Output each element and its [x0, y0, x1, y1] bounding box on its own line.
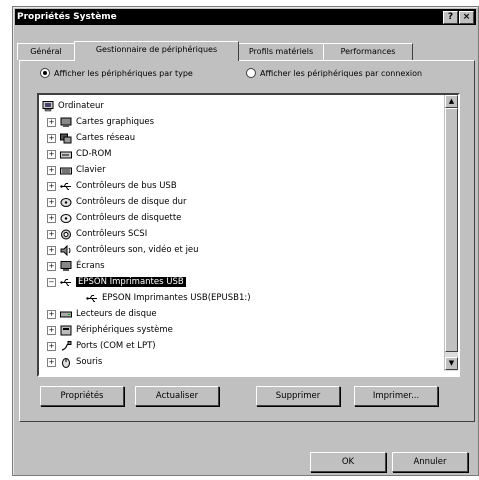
- expand-icon[interactable]: +: [47, 133, 56, 143]
- mouse-icon: [60, 357, 72, 368]
- computer-icon: [42, 100, 54, 112]
- collapse-icon[interactable]: −: [47, 277, 56, 287]
- system-device-icon: [60, 325, 72, 336]
- device-tree[interactable]: Ordinateur + Cartes graphiques + Cartes …: [37, 93, 460, 377]
- properties-button[interactable]: Propriétés: [40, 386, 124, 406]
- tree-item-label: Souris: [76, 357, 103, 367]
- expand-icon[interactable]: +: [47, 197, 56, 207]
- expand-icon[interactable]: +: [47, 245, 56, 255]
- tab-hardware-profiles[interactable]: Profils matériels: [238, 43, 324, 60]
- view-by-type-radio[interactable]: Afficher les périphériques par type: [40, 68, 193, 78]
- tree-item[interactable]: + Contrôleurs son, vidéo et jeu: [47, 242, 199, 258]
- expand-icon[interactable]: +: [47, 149, 56, 159]
- expand-icon[interactable]: +: [47, 165, 56, 175]
- tree-item-label: Lecteurs de disque: [76, 309, 157, 319]
- tree-item-label: Ports (COM et LPT): [76, 341, 156, 351]
- tree-item[interactable]: + Ports (COM et LPT): [47, 338, 156, 354]
- sound-icon: [60, 244, 72, 256]
- view-by-connection-radio[interactable]: Afficher les périphériques par connexion: [246, 68, 422, 78]
- scroll-up-button[interactable]: ▲: [445, 95, 458, 108]
- help-button[interactable]: ?: [443, 11, 458, 24]
- expand-icon[interactable]: +: [47, 309, 56, 319]
- expand-icon[interactable]: +: [47, 357, 56, 367]
- radio-unselected-icon: [246, 68, 256, 78]
- tab-performance[interactable]: Performances: [323, 43, 413, 60]
- tree-item-label: Périphériques système: [76, 325, 173, 335]
- tree-item[interactable]: + Contrôleurs de bus USB: [47, 178, 177, 194]
- tree-item-label-selected: EPSON Imprimantes USB: [76, 277, 186, 287]
- expand-icon[interactable]: +: [47, 261, 56, 271]
- tree-item-label: Cartes graphiques: [76, 117, 155, 127]
- tree-item[interactable]: + Contrôleurs SCSI: [47, 226, 147, 242]
- print-button[interactable]: Imprimer...: [354, 386, 438, 406]
- port-icon: [60, 340, 72, 352]
- title-bar[interactable]: Propriétés Système ? ×: [15, 9, 476, 25]
- tree-root[interactable]: Ordinateur: [42, 98, 104, 114]
- disk-drive-icon: [60, 309, 72, 320]
- scroll-down-button[interactable]: ▼: [445, 357, 458, 370]
- disk-controller-icon: [60, 197, 72, 208]
- tree-item-label: Contrôleurs de disque dur: [76, 197, 187, 207]
- tree-item-expanded[interactable]: − EPSON Imprimantes USB: [47, 274, 186, 290]
- cdrom-icon: [60, 149, 72, 160]
- expand-icon[interactable]: +: [47, 229, 56, 239]
- usb-printer-icon: [60, 277, 72, 288]
- scroll-thumb[interactable]: [445, 108, 458, 352]
- tree-item[interactable]: + Cartes graphiques: [47, 114, 154, 130]
- tree-item-label: CD-ROM: [76, 149, 112, 159]
- expand-icon[interactable]: +: [47, 341, 56, 351]
- tree-item-label: EPSON Imprimantes USB(EPUSB1:): [102, 293, 251, 303]
- display-adapter-icon: [60, 117, 72, 128]
- network-adapter-icon: [60, 133, 72, 144]
- view-by-connection-label: Afficher les périphériques par connexion: [260, 68, 423, 78]
- radio-selected-icon: [40, 68, 50, 78]
- usb-printer-icon: [86, 293, 98, 304]
- tree-item-label: Contrôleurs de bus USB: [76, 181, 177, 191]
- expand-icon[interactable]: +: [47, 213, 56, 223]
- tree-item[interactable]: + Contrôleurs de disque dur: [47, 194, 186, 210]
- scsi-icon: [60, 229, 72, 240]
- tree-item-label: Contrôleurs SCSI: [76, 229, 148, 239]
- ok-button[interactable]: OK: [310, 452, 386, 472]
- tree-item[interactable]: + Écrans: [47, 258, 105, 274]
- tree-item[interactable]: + CD-ROM: [47, 146, 111, 162]
- expand-icon[interactable]: +: [47, 181, 56, 191]
- vertical-scrollbar[interactable]: ▲ ▼: [444, 95, 458, 371]
- expand-icon[interactable]: +: [47, 325, 56, 335]
- window-title: Propriétés Système: [17, 12, 117, 22]
- keyboard-icon: [60, 165, 72, 176]
- tree-item-label: Écrans: [76, 261, 105, 271]
- view-by-type-label: Afficher les périphériques par type: [54, 68, 193, 78]
- close-button[interactable]: ×: [459, 11, 474, 24]
- tab-device-manager[interactable]: Gestionnaire de périphériques: [74, 41, 239, 61]
- tree-item[interactable]: + Périphériques système: [47, 322, 173, 338]
- usb-icon: [60, 181, 72, 192]
- tab-general[interactable]: Général: [17, 43, 75, 60]
- refresh-button[interactable]: Actualiser: [135, 386, 219, 406]
- floppy-controller-icon: [60, 213, 72, 224]
- tree-item-label: Clavier: [76, 165, 106, 175]
- cancel-button[interactable]: Annuler: [392, 452, 468, 472]
- tree-item[interactable]: + Lecteurs de disque: [47, 306, 157, 322]
- tree-item[interactable]: + Contrôleurs de disquette: [47, 210, 181, 226]
- tree-item-label: Cartes réseau: [76, 133, 136, 143]
- tree-item[interactable]: + Clavier: [47, 162, 106, 178]
- tree-item-label: Contrôleurs de disquette: [76, 213, 182, 223]
- tree-child-item[interactable]: EPSON Imprimantes USB(EPUSB1:): [86, 290, 251, 306]
- monitor-icon: [60, 260, 72, 272]
- tree-item[interactable]: + Souris: [47, 354, 102, 370]
- tree-item-label: Contrôleurs son, vidéo et jeu: [76, 245, 199, 255]
- tree-item[interactable]: + Cartes réseau: [47, 130, 135, 146]
- tree-root-label: Ordinateur: [58, 101, 104, 111]
- expand-icon[interactable]: +: [47, 117, 56, 127]
- remove-button[interactable]: Supprimer: [256, 386, 340, 406]
